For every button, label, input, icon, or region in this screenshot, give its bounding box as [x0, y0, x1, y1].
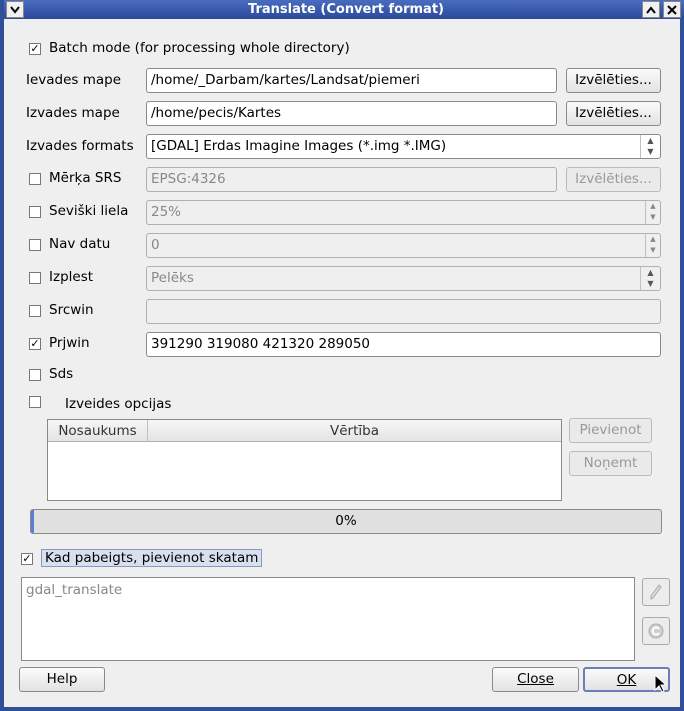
outsize-label: Seviški liela — [49, 203, 129, 219]
input-dir-field[interactable]: /home/_Darbam/kartes/Landsat/piemeri — [146, 68, 557, 93]
target-srs-browse-button[interactable]: Izvēlēties... — [566, 167, 661, 192]
title-bar: Translate (Convert format) — [4, 0, 684, 19]
column-header-value[interactable]: Vērtība — [148, 420, 561, 442]
creation-options-table[interactable]: Nosaukums Vērtība — [47, 419, 562, 501]
expand-value: Pelēks — [151, 270, 194, 286]
spin-arrows-icon: ▲ ▼ — [645, 201, 660, 224]
creation-options-checkbox[interactable] — [29, 396, 41, 408]
edit-pencil-icon — [650, 584, 662, 600]
add-option-button[interactable]: Pievienot — [569, 418, 652, 443]
combo-arrows-icon: ▲ ▼ — [640, 135, 660, 158]
input-dir-label: Ievades mape — [26, 72, 122, 88]
nodata-checkbox[interactable] — [29, 239, 41, 251]
mouse-cursor-icon — [654, 674, 668, 693]
combo-arrows-icon: ▲ ▼ — [640, 267, 660, 290]
load-when-done-label: Kad pabeigts, pievienot skatam — [41, 549, 263, 567]
target-srs-field[interactable]: EPSG:4326 — [146, 167, 557, 192]
creation-options-label: Izveides opcijas — [65, 396, 172, 412]
srcwin-field[interactable] — [146, 299, 661, 324]
expand-select[interactable]: Pelēks ▲ ▼ — [146, 266, 661, 291]
chevron-down-icon — [10, 5, 20, 14]
output-dir-browse-button[interactable]: Izvēlēties... — [566, 101, 661, 126]
close-window-button[interactable] — [663, 1, 681, 18]
sds-checkbox[interactable] — [29, 369, 41, 381]
reset-command-button[interactable] — [642, 617, 670, 645]
output-dir-field[interactable]: /home/pecis/Kartes — [146, 101, 557, 126]
outsize-checkbox[interactable] — [29, 206, 41, 218]
nodata-label: Nav datu — [49, 236, 111, 252]
output-format-label: Izvades formats — [26, 138, 134, 154]
window-menu-button[interactable] — [6, 1, 24, 18]
progress-fill — [31, 510, 34, 533]
expand-label: Izplest — [49, 269, 94, 285]
close-button-label: Close — [517, 671, 554, 687]
output-format-select[interactable]: [GDAL] Erdas Imagine Images (*.img *.IMG… — [146, 134, 661, 159]
input-dir-browse-button[interactable]: Izvēlēties... — [566, 68, 661, 93]
column-header-name[interactable]: Nosaukums — [48, 420, 148, 442]
ok-button-label: OK — [616, 672, 637, 688]
progress-text: 0% — [335, 513, 357, 529]
command-text-area[interactable]: gdal_translate — [21, 577, 635, 661]
prjwin-label: Prjwin — [49, 335, 90, 351]
minimize-button[interactable] — [642, 1, 660, 18]
sds-label: Sds — [49, 366, 74, 382]
nodata-spinbox[interactable]: 0 ▲ ▼ — [146, 233, 661, 258]
load-when-done-checkbox[interactable]: ✓ — [21, 553, 33, 565]
translate-dialog: Translate (Convert format) ✓ Batch mode … — [0, 0, 684, 711]
expand-checkbox[interactable] — [29, 272, 41, 284]
command-text: gdal_translate — [26, 582, 123, 598]
srcwin-label: Srcwin — [49, 302, 94, 318]
outsize-spinbox[interactable]: 25% ▲ ▼ — [146, 200, 661, 225]
output-format-value: [GDAL] Erdas Imagine Images (*.img *.IMG… — [151, 138, 447, 154]
progress-bar: 0% — [30, 509, 662, 534]
outsize-value: 25% — [151, 204, 182, 220]
edit-command-button[interactable] — [642, 578, 670, 606]
remove-option-button[interactable]: Noņemt — [569, 451, 652, 476]
target-srs-label: Mērķa SRS — [49, 170, 122, 186]
output-dir-label: Izvades mape — [26, 105, 120, 121]
target-srs-checkbox[interactable] — [29, 173, 41, 185]
close-button[interactable]: Close — [492, 667, 579, 692]
close-icon — [667, 4, 677, 15]
nodata-value: 0 — [151, 237, 160, 253]
chevron-up-icon — [646, 5, 656, 14]
table-header: Nosaukums Vērtība — [48, 420, 561, 442]
spin-arrows-icon: ▲ ▼ — [645, 234, 660, 257]
help-button[interactable]: Help — [19, 667, 105, 692]
prjwin-checkbox[interactable]: ✓ — [29, 338, 41, 350]
batch-mode-label: Batch mode (for processing whole directo… — [49, 40, 350, 56]
prjwin-field[interactable]: 391290 319080 421320 289050 — [146, 332, 661, 357]
window-title: Translate (Convert format) — [248, 2, 444, 17]
batch-mode-checkbox[interactable]: ✓ — [29, 43, 41, 55]
reset-icon — [648, 623, 664, 639]
srcwin-checkbox[interactable] — [29, 305, 41, 317]
